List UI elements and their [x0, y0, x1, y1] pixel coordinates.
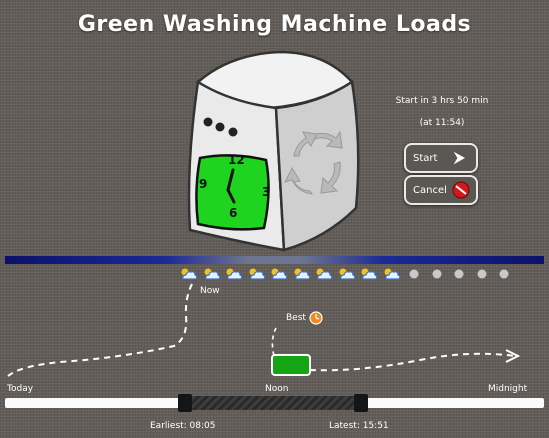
latest-label: Latest: 15:51: [329, 421, 389, 431]
clock-number-3: 3: [262, 185, 271, 199]
noon-label: Noon: [265, 384, 289, 394]
earliest-handle[interactable]: [178, 394, 192, 412]
earliest-label: Earliest: 08:05: [150, 421, 216, 431]
best-slot-marker[interactable]: [271, 354, 311, 376]
cancel-button-label: Cancel: [413, 184, 447, 196]
stop-icon: [452, 181, 470, 199]
start-time-text: (at 11:54): [419, 118, 465, 128]
start-countdown-text: Start in 3 hrs 50 min: [395, 96, 489, 106]
timeline-band: [5, 256, 544, 264]
clock-number-9: 9: [199, 177, 208, 191]
midnight-label: Midnight: [488, 384, 528, 394]
latest-handle[interactable]: [354, 394, 368, 412]
start-button[interactable]: Start: [404, 143, 478, 173]
cancel-button[interactable]: Cancel: [404, 175, 478, 205]
today-label: Today: [7, 384, 34, 394]
allowed-window: [180, 396, 366, 410]
start-button-label: Start: [413, 152, 438, 164]
chevron-right-icon: [453, 151, 466, 165]
best-label: Best: [286, 313, 306, 323]
now-label: Now: [200, 286, 220, 296]
clock-number-12: 12: [228, 153, 245, 167]
clock-number-6: 6: [229, 206, 238, 220]
page-title: Green Washing Machine Loads: [77, 12, 472, 37]
best-clock-icon: [309, 311, 323, 325]
